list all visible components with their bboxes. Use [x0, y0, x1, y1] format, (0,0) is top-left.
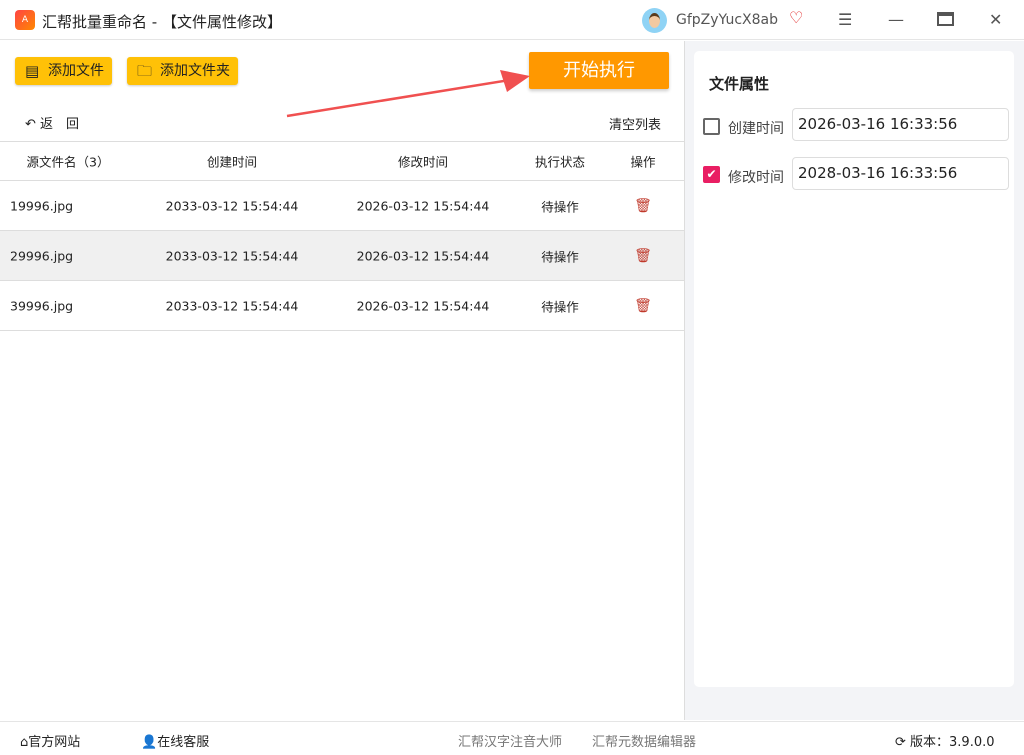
pinyin-app-link[interactable]: 汇帮汉字注音大师 — [458, 731, 562, 750]
website-label: 官方网站 — [28, 735, 81, 750]
back-button[interactable]: ↶ 返 回 — [25, 113, 79, 132]
refresh-icon: ⟳ — [895, 735, 911, 750]
created-time: 2033-03-12 15:54:44 — [165, 298, 299, 313]
modified-time: 2026-03-12 15:54:44 — [356, 248, 490, 263]
header-status: 执行状态 — [534, 154, 586, 170]
file-name: 39996.jpg — [10, 298, 74, 313]
app-logo: A — [15, 10, 35, 30]
back-label: 返 回 — [40, 117, 80, 132]
status: 待操作 — [541, 249, 579, 264]
start-button[interactable]: 开始执行 — [529, 52, 669, 89]
trash-icon[interactable]: 🗑 — [634, 298, 652, 314]
version-label: 版本：3.9.0.0 — [910, 735, 995, 750]
table-row[interactable]: 19996.jpg 2033-03-12 15:54:44 2026-03-12… — [0, 181, 684, 231]
created-time: 2033-03-12 15:54:44 — [165, 248, 299, 263]
header-modified[interactable]: 修改时间 — [398, 152, 448, 171]
close-icon[interactable]: ✕ — [989, 10, 1002, 29]
vip-icon[interactable]: ♡ — [789, 8, 803, 27]
header-name[interactable]: 源文件名（3） — [27, 152, 110, 171]
add-folder-label: 添加文件夹 — [160, 63, 230, 79]
support-label: 在线客服 — [157, 735, 210, 750]
file-icon: ▤ — [25, 62, 40, 80]
username[interactable]: GfpZyYucX8ab — [676, 12, 778, 28]
modify-time-input[interactable]: 2028-03-16 16:33:56 — [792, 157, 1009, 190]
headset-icon: 👤 — [141, 735, 158, 750]
modified-time: 2026-03-12 15:54:44 — [356, 298, 490, 313]
back-icon: ↶ — [25, 117, 41, 132]
modify-time-checkbox[interactable]: ✔ — [703, 166, 720, 183]
panel-title: 文件属性 — [709, 75, 770, 93]
table-header: 源文件名（3） 创建时间 修改时间 执行状态 操作 — [0, 141, 684, 181]
file-name: 19996.jpg — [10, 198, 74, 213]
header-action: 操作 — [630, 154, 656, 170]
folder-icon: 🗀 — [137, 62, 153, 80]
status: 待操作 — [541, 299, 579, 314]
footer: ⌂官方网站 👤在线客服 汇帮汉字注音大师 汇帮元数据编辑器 ⟳ 版本：3.9.0… — [0, 721, 1024, 755]
menu-icon[interactable]: ☰ — [838, 10, 852, 29]
avatar[interactable] — [642, 8, 667, 33]
properties-card — [694, 51, 1014, 687]
trash-icon[interactable]: 🗑 — [634, 198, 652, 214]
maximize-icon[interactable] — [937, 12, 954, 26]
table-row[interactable]: 39996.jpg 2033-03-12 15:54:44 2026-03-12… — [0, 281, 684, 331]
create-time-checkbox[interactable] — [703, 118, 720, 135]
metadata-app-link[interactable]: 汇帮元数据编辑器 — [592, 731, 696, 750]
modified-time: 2026-03-12 15:54:44 — [356, 198, 490, 213]
created-time: 2033-03-12 15:54:44 — [165, 198, 299, 213]
clear-list-button[interactable]: 清空列表 — [609, 114, 661, 133]
status: 待操作 — [541, 199, 579, 214]
create-time-label: 创建时间 — [728, 121, 784, 137]
trash-icon[interactable]: 🗑 — [634, 248, 652, 264]
add-file-label: 添加文件 — [48, 63, 104, 79]
window-title: 汇帮批量重命名 - 【文件属性修改】 — [42, 13, 282, 31]
modify-time-label: 修改时间 — [728, 170, 784, 186]
add-file-button[interactable]: ▤ 添加文件 — [15, 57, 112, 85]
header-created[interactable]: 创建时间 — [207, 152, 257, 171]
add-folder-button[interactable]: 🗀 添加文件夹 — [127, 57, 238, 85]
support-link[interactable]: 👤在线客服 — [141, 731, 209, 750]
version-info[interactable]: ⟳ 版本：3.9.0.0 — [895, 731, 995, 750]
website-link[interactable]: ⌂官方网站 — [20, 731, 80, 750]
arrow-annotation — [286, 70, 530, 118]
minimize-icon[interactable]: — — [888, 10, 904, 29]
file-name: 29996.jpg — [10, 248, 74, 263]
table-row[interactable]: 29996.jpg 2033-03-12 15:54:44 2026-03-12… — [0, 231, 684, 281]
create-time-input[interactable]: 2026-03-16 16:33:56 — [792, 108, 1009, 141]
